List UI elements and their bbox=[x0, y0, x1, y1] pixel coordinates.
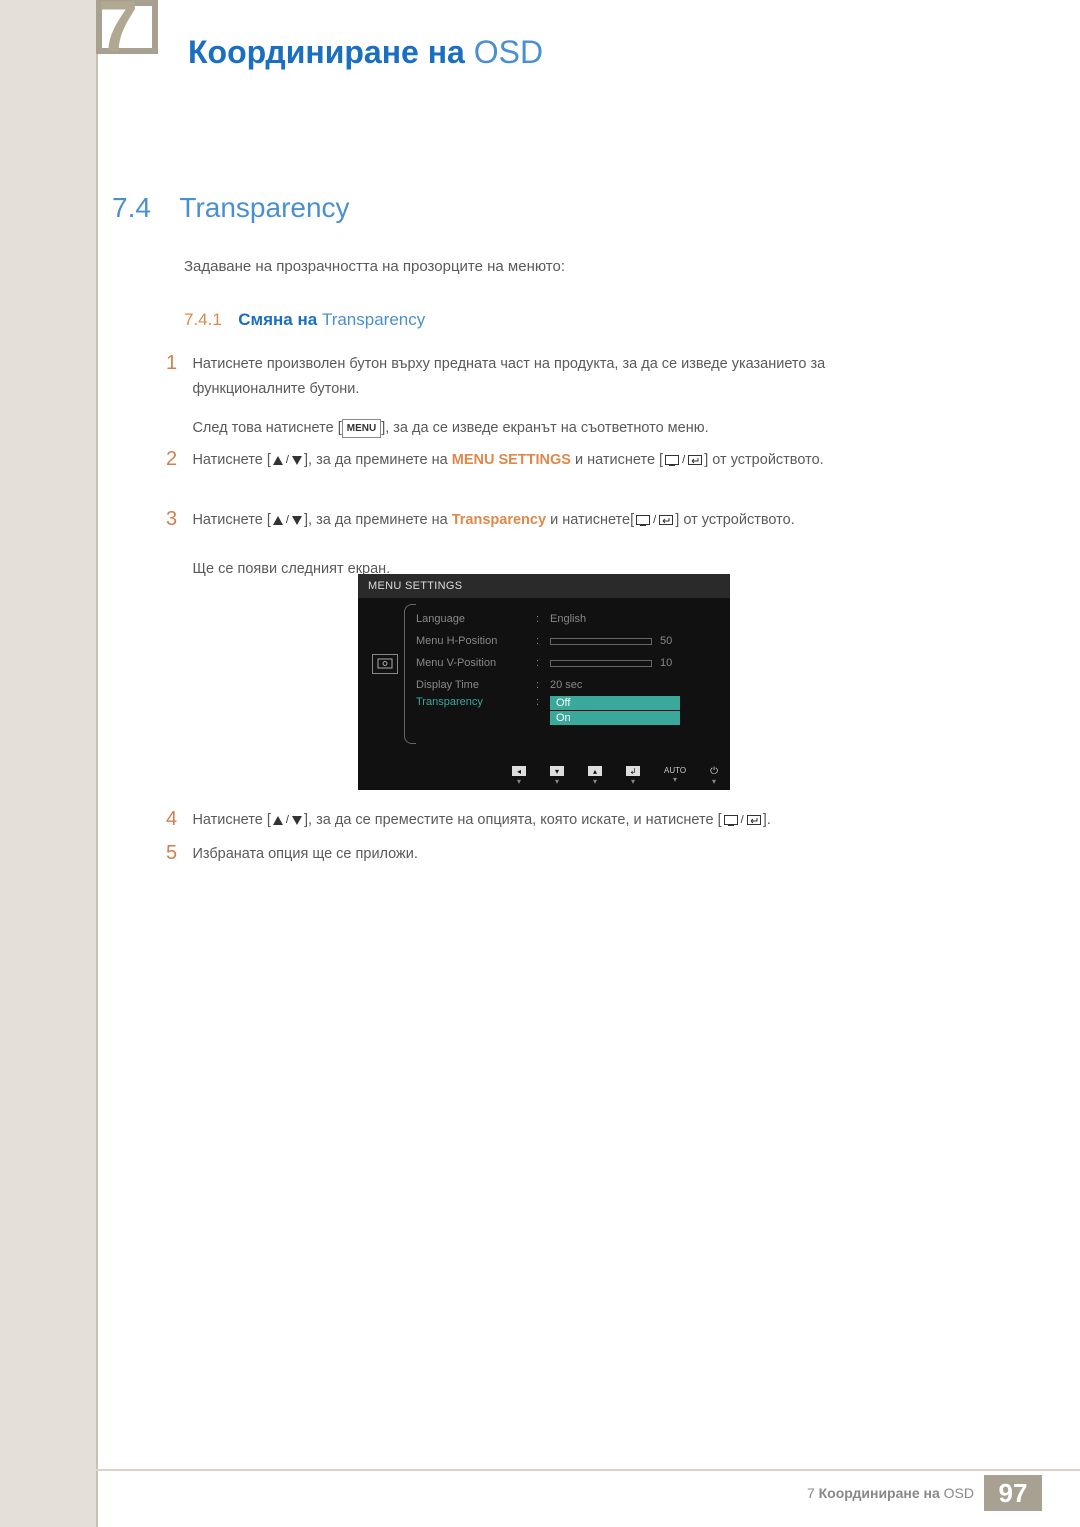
section-number: 7.4 bbox=[112, 192, 151, 223]
step-2: 2 Натиснете [ / ], за да преминете на ME… bbox=[166, 448, 906, 473]
step-number: 2 bbox=[166, 448, 188, 471]
osd-body: Language : English Menu H-Position : 50 … bbox=[358, 598, 730, 735]
menu-button-label: MENU bbox=[342, 419, 381, 438]
osd-slider bbox=[550, 660, 652, 667]
osd-label-active: Transparency bbox=[416, 696, 536, 708]
step-1-sub: След това натиснете [MENU], за да се изв… bbox=[166, 416, 906, 441]
osd-slider bbox=[550, 638, 652, 645]
osd-btn-down: ▾▾ bbox=[550, 766, 564, 786]
osd-row-language: Language : English bbox=[416, 608, 718, 630]
osd-title: MENU SETTINGS bbox=[358, 574, 730, 598]
source-enter-icon: / bbox=[663, 451, 704, 470]
intro-text: Задаване на прозрачността на прозорците … bbox=[184, 258, 565, 275]
osd-bracket bbox=[404, 604, 416, 744]
osd-option-off: Off bbox=[550, 696, 680, 710]
osd-btn-auto: AUTO▾ bbox=[664, 766, 686, 786]
osd-row-dtime: Display Time : 20 sec bbox=[416, 674, 718, 696]
step-1: 1 Натиснете произволен бутон върху предн… bbox=[166, 352, 906, 401]
section-heading: 7.4 Transparency bbox=[112, 192, 350, 224]
step-number: 5 bbox=[166, 842, 188, 865]
menu-settings-hl: MENU SETTINGS bbox=[452, 452, 571, 468]
osd-bottom-buttons: ◂▾ ▾▾ ▴▾ ↲▾ AUTO▾ ⏻▾ bbox=[358, 766, 730, 786]
left-margin-bar bbox=[0, 0, 96, 1527]
chapter-title-bold: Координиране на bbox=[188, 34, 465, 70]
source-enter-icon: / bbox=[634, 511, 675, 530]
step-4: 4 Натиснете [ / ], за да се преместите н… bbox=[166, 808, 906, 833]
osd-btn-power: ⏻▾ bbox=[710, 766, 718, 786]
step-text: Натиснете [ / ], за да преминете на MENU… bbox=[192, 448, 892, 473]
updown-icon: / bbox=[271, 451, 304, 470]
step-number: 1 bbox=[166, 352, 188, 375]
osd-label: Menu H-Position bbox=[416, 635, 536, 647]
footer-divider bbox=[96, 1469, 1080, 1471]
updown-icon: / bbox=[271, 511, 304, 530]
step-text: Избраната опция ще се приложи. bbox=[192, 842, 892, 867]
chapter-title-light: OSD bbox=[465, 34, 543, 70]
chapter-number: 7 bbox=[98, 0, 134, 68]
subsection-title-light: Transparency bbox=[317, 310, 425, 329]
footer-text: 7 Координиране на OSD bbox=[807, 1485, 974, 1501]
step-3: 3 Натиснете [ / ], за да преминете на Tr… bbox=[166, 508, 906, 582]
osd-row-vpos: Menu V-Position : 10 bbox=[416, 652, 718, 674]
osd-label: Language bbox=[416, 613, 536, 625]
osd-screenshot: MENU SETTINGS Language : English Menu H-… bbox=[358, 574, 730, 790]
updown-icon: / bbox=[271, 811, 304, 830]
step-1-sub-text: След това натиснете [MENU], за да се изв… bbox=[192, 416, 892, 441]
step-text: Натиснете произволен бутон върху преднат… bbox=[192, 352, 892, 401]
section-title: Transparency bbox=[179, 192, 349, 223]
left-margin-line bbox=[96, 0, 98, 1527]
step-text: Натиснете [ / ], за да преминете на Tran… bbox=[192, 508, 892, 582]
subsection-title-bold: Смяна на bbox=[238, 310, 317, 329]
transparency-hl: Transparency bbox=[452, 512, 546, 528]
osd-value: 50 bbox=[660, 635, 672, 647]
osd-label: Display Time bbox=[416, 679, 536, 691]
osd-btn-enter: ↲▾ bbox=[626, 766, 640, 786]
osd-btn-back: ◂▾ bbox=[512, 766, 526, 786]
subsection-heading: 7.4.1 Смяна на Transparency bbox=[184, 310, 425, 330]
step-5: 5 Избраната опция ще се приложи. bbox=[166, 842, 906, 867]
page-number: 97 bbox=[984, 1475, 1042, 1511]
osd-value: English bbox=[550, 613, 586, 625]
osd-btn-up: ▴▾ bbox=[588, 766, 602, 786]
osd-options: Off On bbox=[550, 696, 680, 725]
source-enter-icon: / bbox=[722, 811, 763, 830]
osd-settings-icon bbox=[372, 654, 398, 674]
osd-value: 20 sec bbox=[550, 679, 582, 691]
osd-row-transparency: Transparency : Off On bbox=[416, 696, 718, 725]
osd-option-on: On bbox=[550, 711, 680, 725]
osd-label: Menu V-Position bbox=[416, 657, 536, 669]
chapter-title: Координиране на OSD bbox=[188, 34, 543, 71]
subsection-number: 7.4.1 bbox=[184, 310, 222, 329]
osd-value: 10 bbox=[660, 657, 672, 669]
step-text: Натиснете [ / ], за да се преместите на … bbox=[192, 808, 892, 833]
osd-row-hpos: Menu H-Position : 50 bbox=[416, 630, 718, 652]
step-number: 3 bbox=[166, 508, 188, 531]
step-number: 4 bbox=[166, 808, 188, 831]
